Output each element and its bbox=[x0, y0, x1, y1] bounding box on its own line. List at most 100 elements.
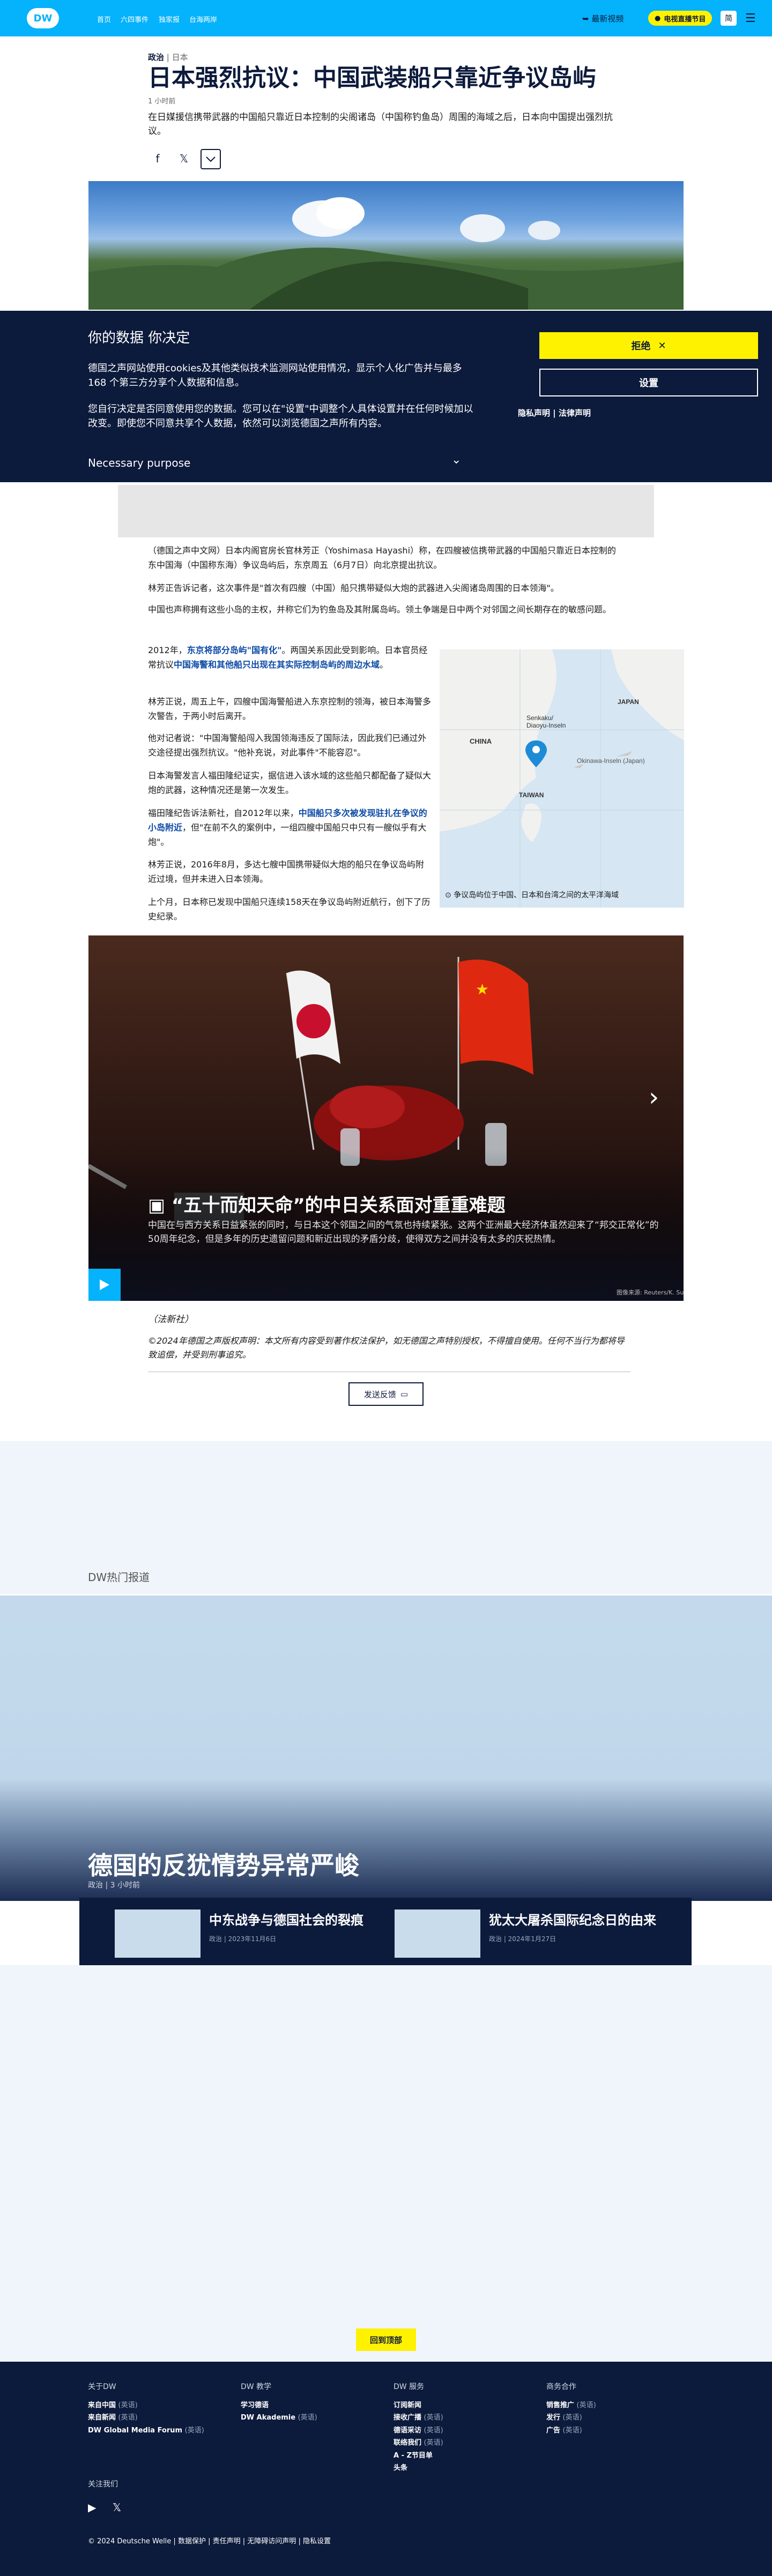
gallery-title: ▣ “五十而知天命”的中日关系面对重重难题 bbox=[148, 1195, 506, 1216]
footer-link[interactable]: 订阅新闻 bbox=[394, 2399, 528, 2412]
map-image[interactable]: JAPAN CHINA Senkaku/ Diaoyu-Inseln Okina… bbox=[440, 649, 684, 908]
cookie-links: 隐私声明 | 法律声明 bbox=[518, 408, 591, 418]
top-navbar: DW 首页 六四事件 独家报 台海两岸 ➥ 最新视频 ● 电视直播节目 简 ☰ bbox=[0, 0, 772, 36]
disclaimer-link[interactable]: 责任声明 bbox=[213, 2537, 241, 2545]
footer-link[interactable]: 销售推广 (英语) bbox=[546, 2399, 680, 2412]
footer-link[interactable]: A - Z节目单 bbox=[394, 2450, 528, 2462]
dw-logo[interactable]: DW bbox=[27, 8, 59, 28]
nav-cross-strait[interactable]: 台海两岸 bbox=[189, 14, 217, 24]
cookie-title: 你的数据 你决定 bbox=[88, 330, 190, 346]
link-coast-guard[interactable]: 中国海警和其他船只出现在其实际控制岛屿的周边水域 bbox=[174, 660, 380, 670]
tv-live-button[interactable]: ● 电视直播节目 bbox=[648, 11, 712, 26]
data-protection-link[interactable]: 数据保护 bbox=[178, 2537, 206, 2545]
kicker-region[interactable]: 日本 bbox=[172, 53, 188, 62]
hamburger-icon[interactable]: ☰ bbox=[745, 12, 756, 25]
footer-column: DW 服务 订阅新闻 接收广播 (英语) 德语采访 (英语) 联络我们 (英语)… bbox=[394, 2381, 528, 2474]
facebook-icon[interactable]: f bbox=[148, 149, 167, 168]
svg-text:★: ★ bbox=[476, 980, 489, 998]
follow-us-label: 关注我们 bbox=[88, 2480, 118, 2489]
play-icon bbox=[100, 1279, 109, 1290]
necessary-purpose-toggle[interactable]: Necessary purpose bbox=[88, 456, 190, 469]
hot-reports-label: DW热门报道 bbox=[88, 1571, 150, 1584]
paragraph-9: 林芳正说，2016年8月，多达七艘中国携带疑似大炮的船只在争议岛屿附近过境，但并… bbox=[148, 859, 424, 885]
gallery-description: 中国在与西方关系日益紧张的同时，与日本这个邻国之间的气氛也持续紧张。这两个亚洲最… bbox=[148, 1220, 659, 1245]
nav-home[interactable]: 首页 bbox=[97, 14, 111, 24]
card-meta: 政治 | 2023年11月6日 bbox=[209, 1935, 277, 1943]
chevron-down-icon[interactable] bbox=[201, 149, 221, 169]
footer-link[interactable]: 联络我们 (英语) bbox=[394, 2437, 528, 2449]
feedback-button[interactable]: 发送反馈 ▭ bbox=[348, 1382, 424, 1406]
footer-link[interactable]: DW Akademie (英语) bbox=[241, 2412, 375, 2424]
dot-icon: ● bbox=[655, 14, 661, 23]
card-meta: 政治 | 2024年1月27日 bbox=[489, 1935, 556, 1943]
gallery-icon: ▣ bbox=[148, 1195, 172, 1216]
footer-heading: 商务合作 bbox=[546, 2383, 576, 2391]
card-title: 中东战争与德国社会的裂痕 bbox=[209, 1913, 363, 1928]
zoom-icon[interactable]: ⊙ bbox=[445, 891, 454, 900]
privacy-link[interactable]: 隐私声明 bbox=[518, 408, 550, 418]
ad-placeholder bbox=[118, 485, 654, 537]
paragraph-1: （德国之声中文网）日本内阁官房长官林芳正（Yoshimasa Hayashi）称… bbox=[148, 545, 617, 571]
footer-heading: 关于DW bbox=[88, 2383, 116, 2391]
footer-link[interactable]: 头条 bbox=[394, 2462, 528, 2474]
x-icon[interactable]: 𝕏 bbox=[113, 2501, 121, 2514]
svg-text:Senkaku/: Senkaku/ bbox=[526, 714, 554, 722]
play-button[interactable] bbox=[88, 1269, 121, 1301]
footer-link[interactable]: 接收广播 (英语) bbox=[394, 2412, 528, 2424]
copyright-text: © 2024 Deutsche Welle bbox=[88, 2537, 172, 2545]
privacy-settings-link[interactable]: 隐私设置 bbox=[303, 2537, 331, 2545]
related-cards: 中东战争与德国社会的裂痕 政治 | 2023年11月6日 犹太大屠杀国际纪念日的… bbox=[79, 1898, 692, 1965]
card-thumbnail bbox=[395, 1909, 480, 1958]
article-title: 日本强烈抗议：中国武装船只靠近争议岛屿 bbox=[148, 64, 596, 92]
x-icon[interactable]: 𝕏 bbox=[174, 149, 194, 168]
svg-text:CHINA: CHINA bbox=[470, 737, 492, 745]
nav-exclusive[interactable]: 独家报 bbox=[159, 14, 180, 24]
youtube-icon[interactable]: ▶ bbox=[88, 2501, 96, 2514]
hero-image bbox=[88, 181, 684, 310]
footer: 关于DW 来自中国 (英语) 来自新闻 (英语) DW Global Media… bbox=[0, 2362, 772, 2576]
card-thumbnail bbox=[115, 1909, 201, 1958]
footer-link[interactable]: 来自新闻 (英语) bbox=[88, 2412, 222, 2424]
legal-links: © 2024 Deutsche Welle | 数据保护 | 责任声明 | 无障… bbox=[88, 2537, 331, 2545]
reject-button[interactable]: 拒绝 ✕ bbox=[539, 332, 758, 359]
svg-text:JAPAN: JAPAN bbox=[618, 698, 639, 706]
back-to-top-button[interactable]: 回到顶部 bbox=[356, 2328, 416, 2351]
footer-column: DW 教学 学习德语 DW Akademie (英语) bbox=[241, 2381, 375, 2424]
kicker-category[interactable]: 政治 bbox=[148, 53, 164, 62]
paragraph-6: 他对记者说："中国海警船闯入我国领海违反了国际法，因此我们已通过外交途径提出强烈… bbox=[148, 733, 427, 758]
related-card[interactable]: 犹太大屠杀国际纪念日的由来 政治 | 2024年1月27日 bbox=[395, 1909, 673, 1958]
footer-link[interactable]: 来自中国 (英语) bbox=[88, 2399, 222, 2412]
legal-link[interactable]: 法律声明 bbox=[559, 408, 591, 418]
article-kicker: 政治 | 日本 bbox=[148, 53, 188, 62]
footer-link[interactable]: 学习德语 bbox=[241, 2399, 375, 2412]
article-lead: 在日媒援信携带武器的中国船只靠近日本控制的尖阁诸岛（中国称钓鱼岛）周围的海域之后… bbox=[148, 112, 613, 137]
accessibility-link[interactable]: 无障碍访问声明 bbox=[247, 2537, 296, 2545]
cookie-text-1: 德国之声网站使用cookies及其他类似技术监测网站使用情况，显示个人化广告并与… bbox=[88, 363, 462, 388]
article-source: （法新社） bbox=[148, 1314, 194, 1325]
footer-link[interactable]: 广告 (英语) bbox=[546, 2424, 680, 2437]
feature-title[interactable]: 德国的反犹情势异常严峻 bbox=[88, 1846, 359, 1882]
footer-column: 商务合作 销售推广 (英语) 发行 (英语) 广告 (英语) bbox=[546, 2381, 680, 2437]
footer-link[interactable]: 德语采访 (英语) bbox=[394, 2424, 528, 2437]
paragraph-10: 上个月，日本称已发现中国船只连续158天在争议岛屿附近航行，创下了历史纪录。 bbox=[148, 897, 430, 922]
chevron-down-icon[interactable]: ⌄ bbox=[451, 453, 461, 467]
paragraph-4: 2012年，东京将部分岛屿"国有化"。两国关系因此受到影响。日本官员经常抗议中国… bbox=[148, 645, 428, 670]
paragraph-3: 中国也声称拥有这些小岛的主权，并称它们为钓鱼岛及其附属岛屿。领土争端是日中两个对… bbox=[148, 604, 612, 615]
paragraph-8: 福田隆纪告诉法新社，自2012年以来，中国船只多次被发现驻扎在争议的小岛附近，但… bbox=[148, 808, 427, 848]
settings-button[interactable]: 设置 bbox=[539, 369, 758, 396]
latest-video-link[interactable]: ➥ 最新视频 bbox=[582, 13, 623, 24]
chevron-right-icon[interactable]: › bbox=[649, 1082, 659, 1112]
language-button[interactable]: 简 bbox=[721, 11, 737, 26]
close-icon: ✕ bbox=[658, 340, 666, 351]
footer-column: 关于DW 来自中国 (英语) 来自新闻 (英语) DW Global Media… bbox=[88, 2381, 222, 2437]
paragraph-2: 林芳正告诉记者，这次事件是"首次有四艘（中国）船只携带疑似大炮的武器进入尖阁诸岛… bbox=[148, 583, 559, 593]
footer-link[interactable]: DW Global Media Forum (英语) bbox=[88, 2424, 222, 2437]
feature-meta: 政治 | 3 小时前 bbox=[88, 1881, 140, 1890]
footer-link[interactable]: 发行 (英语) bbox=[546, 2412, 680, 2424]
link-nationalization[interactable]: 东京将部分岛屿"国有化" bbox=[187, 645, 282, 655]
related-card[interactable]: 中东战争与德国社会的裂痕 政治 | 2023年11月6日 bbox=[115, 1909, 394, 1958]
card-title: 犹太大屠杀国际纪念日的由来 bbox=[489, 1913, 656, 1928]
live-icon: ➥ bbox=[582, 14, 592, 24]
nav-june4[interactable]: 六四事件 bbox=[121, 14, 149, 24]
copyright-notice: ©2024年德国之声版权声明：本文所有内容受到著作权法保护，如无德国之声特别授权… bbox=[148, 1336, 625, 1360]
